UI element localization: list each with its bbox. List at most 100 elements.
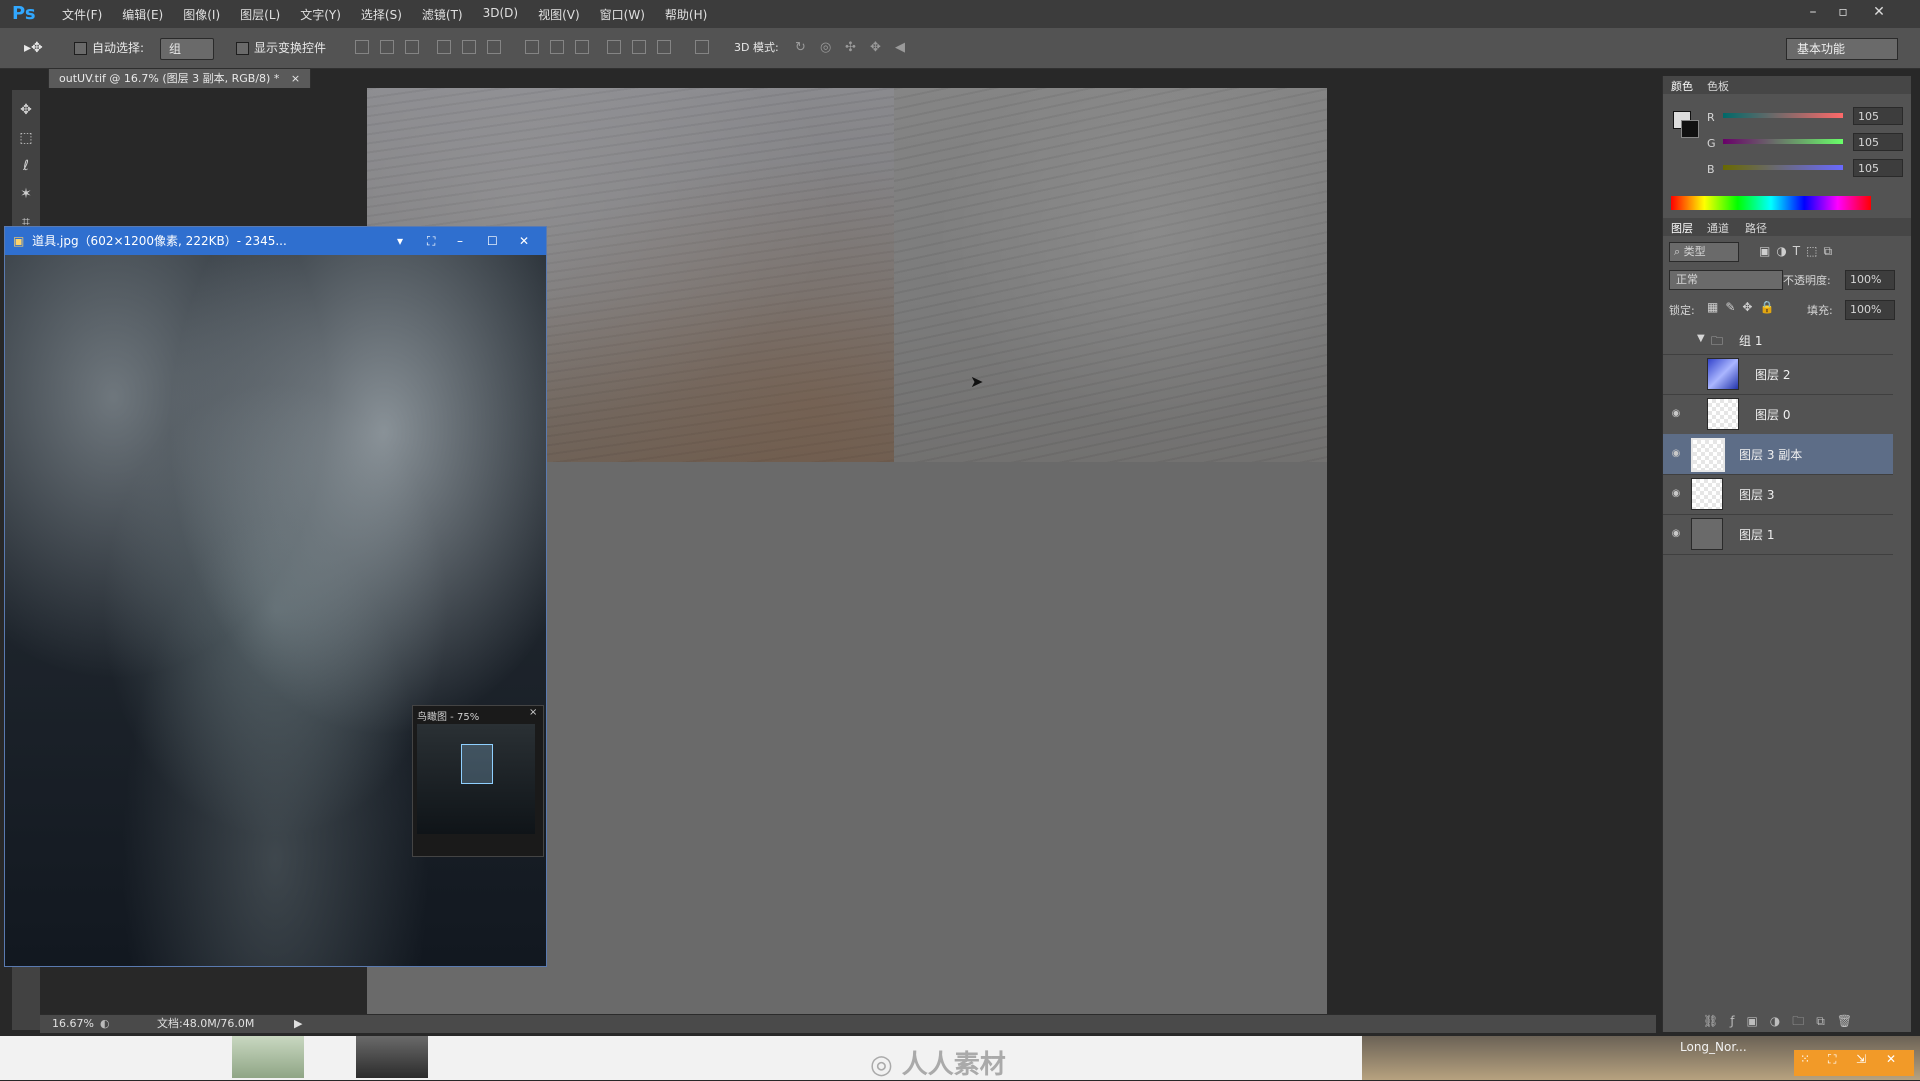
menu-help[interactable]: 帮助(H) — [655, 6, 717, 23]
tab-swatches[interactable]: 色板 — [1701, 78, 1735, 94]
g-value-input[interactable]: 105 — [1853, 133, 1903, 151]
eye-icon[interactable]: ◉ — [1669, 407, 1683, 421]
eye-icon[interactable]: ◉ — [1669, 447, 1683, 461]
distribute-hcenter-icon[interactable] — [632, 40, 646, 54]
eye-icon[interactable]: ◉ — [1669, 487, 1683, 501]
distribute-vcenter-icon[interactable] — [550, 40, 564, 54]
minimize-icon[interactable]: – — [1800, 2, 1826, 22]
viewer-title-bar[interactable]: ▣ 道具.jpg（602×1200像素, 222KB）- 2345... ▾ ⛶… — [5, 227, 546, 255]
auto-select-checkbox[interactable]: 自动选择: — [74, 38, 144, 58]
menu-filter[interactable]: 滤镜(T) — [412, 6, 473, 23]
b-value-input[interactable]: 105 — [1853, 159, 1903, 177]
menu-edit[interactable]: 编辑(E) — [112, 6, 173, 23]
close-icon[interactable]: ✕ — [519, 227, 529, 255]
align-hcenter-icon[interactable] — [462, 40, 476, 54]
workspace-dropdown[interactable]: 基本功能 — [1786, 38, 1898, 60]
menu-select[interactable]: 选择(S) — [351, 6, 412, 23]
eye-icon[interactable]: ◉ — [1669, 527, 1683, 541]
layer-name[interactable]: 图层 3 — [1739, 486, 1774, 503]
fill-input[interactable]: 100% — [1845, 300, 1895, 320]
background-color-swatch[interactable] — [1681, 120, 1699, 138]
layer-row-3-copy[interactable]: ◉ 图层 3 副本 — [1663, 434, 1893, 475]
opacity-input[interactable]: 100% — [1845, 270, 1895, 290]
ornate-metal-weapon-image[interactable] — [5, 255, 546, 966]
tab-paths[interactable]: 路径 — [1739, 220, 1773, 236]
maximize-icon[interactable]: ☐ — [487, 227, 498, 255]
3d-scale-icon[interactable]: ◀ — [895, 38, 905, 58]
menu-layer[interactable]: 图层(L) — [230, 6, 290, 23]
expand-arrow-icon[interactable]: ▼ — [1697, 333, 1705, 344]
tab-channels[interactable]: 通道 — [1701, 220, 1735, 236]
layer-name[interactable]: 图层 0 — [1755, 406, 1790, 423]
layer-row-0[interactable]: ◉ 图层 0 — [1663, 394, 1893, 435]
distribute-right-icon[interactable] — [657, 40, 671, 54]
overview-minimap[interactable]: 鸟瞰图 - 75% × — [412, 705, 544, 857]
tab-color[interactable]: 颜色 — [1665, 78, 1699, 94]
layer-name[interactable]: 图层 2 — [1755, 366, 1790, 383]
tray-expand-icon[interactable]: ⛶ — [1828, 1052, 1836, 1067]
auto-select-dropdown[interactable]: 组 — [160, 38, 214, 60]
zoom-level[interactable]: 16.67% — [52, 1015, 94, 1033]
menu-window[interactable]: 窗口(W) — [590, 6, 655, 23]
r-slider[interactable] — [1723, 113, 1843, 118]
layer-row-3[interactable]: ◉ 图层 3 — [1663, 474, 1893, 515]
tray-grid-icon[interactable]: ⁙ — [1800, 1052, 1810, 1066]
align-right-icon[interactable] — [487, 40, 501, 54]
taskbar-thumbnail-2[interactable] — [356, 1036, 428, 1078]
3d-roll-icon[interactable]: ◎ — [820, 38, 831, 58]
status-menu-arrow-icon[interactable]: ▶ — [294, 1015, 302, 1033]
show-transform-checkbox[interactable]: 显示变换控件 — [236, 38, 326, 58]
move-tool-icon[interactable]: ✥ — [16, 100, 36, 120]
tab-layers[interactable]: 图层 — [1665, 220, 1699, 236]
visibility-toggle-hidden[interactable] — [1669, 367, 1683, 381]
3d-pan-icon[interactable]: ✣ — [845, 38, 856, 58]
chevron-down-icon[interactable]: ▾ — [397, 227, 403, 255]
r-value-input[interactable]: 105 — [1853, 107, 1903, 125]
menu-view[interactable]: 视图(V) — [528, 6, 590, 23]
marquee-tool-icon[interactable]: ⬚ — [16, 128, 36, 148]
magic-wand-tool-icon[interactable]: ✶ — [16, 184, 36, 204]
lasso-tool-icon[interactable]: ℓ — [16, 156, 36, 176]
layer-row-2[interactable]: 图层 2 — [1663, 354, 1893, 395]
visibility-toggle-empty[interactable] — [1669, 333, 1683, 347]
layer-group-row[interactable]: ▼ 🗀 组 1 — [1663, 326, 1893, 355]
color-spectrum-bar[interactable] — [1671, 196, 1871, 210]
group-name[interactable]: 组 1 — [1739, 332, 1762, 349]
layer-filter-icons[interactable]: ▣◑T⬚⧉ — [1759, 244, 1838, 259]
minimap-viewport-frame[interactable] — [461, 744, 493, 784]
distribute-left-icon[interactable] — [607, 40, 621, 54]
lock-icons[interactable]: ▦✎✥🔒 — [1707, 300, 1781, 314]
menu-type[interactable]: 文字(Y) — [290, 6, 351, 23]
layer-filter-dropdown[interactable]: ⌕ 类型 — [1669, 242, 1739, 262]
menu-3d[interactable]: 3D(D) — [473, 6, 528, 23]
align-vcenter-icon[interactable] — [380, 40, 394, 54]
align-bottom-icon[interactable] — [405, 40, 419, 54]
move-tool-icon[interactable]: ▸✥ — [24, 38, 43, 58]
maximize-icon[interactable]: ▫ — [1830, 2, 1856, 22]
layer-name[interactable]: 图层 3 副本 — [1739, 446, 1802, 463]
minimap-close-icon[interactable]: × — [529, 707, 537, 718]
close-icon[interactable]: ✕ — [1866, 2, 1892, 22]
layers-footer-icons[interactable]: ⛓ƒ▣◑🗀⧉🗑 — [1703, 1012, 1864, 1033]
status-info-icon[interactable]: ◐ — [100, 1015, 110, 1033]
layer-row-1[interactable]: ◉ 图层 1 — [1663, 514, 1893, 555]
layer-name[interactable]: 图层 1 — [1739, 526, 1774, 543]
blend-mode-dropdown[interactable]: 正常 — [1669, 270, 1783, 290]
b-slider[interactable] — [1723, 165, 1843, 170]
taskbar-thumbnail-1[interactable] — [232, 1036, 304, 1078]
document-tab[interactable]: outUV.tif @ 16.7% (图层 3 副本, RGB/8) * × — [48, 68, 312, 89]
align-left-icon[interactable] — [437, 40, 451, 54]
distribute-bottom-icon[interactable] — [575, 40, 589, 54]
menu-file[interactable]: 文件(F) — [52, 6, 112, 23]
tray-close-icon[interactable]: ✕ — [1886, 1052, 1896, 1066]
auto-align-icon[interactable] — [695, 40, 709, 54]
minimize-icon[interactable]: – — [457, 227, 463, 255]
3d-slide-icon[interactable]: ✥ — [870, 38, 881, 58]
menu-image[interactable]: 图像(I) — [173, 6, 230, 23]
close-tab-icon[interactable]: × — [291, 72, 300, 85]
3d-rotate-icon[interactable]: ↻ — [795, 38, 806, 58]
distribute-top-icon[interactable] — [525, 40, 539, 54]
fit-screen-icon[interactable]: ⛶ — [427, 227, 435, 255]
tray-collapse-icon[interactable]: ⇲ — [1856, 1052, 1866, 1066]
g-slider[interactable] — [1723, 139, 1843, 144]
